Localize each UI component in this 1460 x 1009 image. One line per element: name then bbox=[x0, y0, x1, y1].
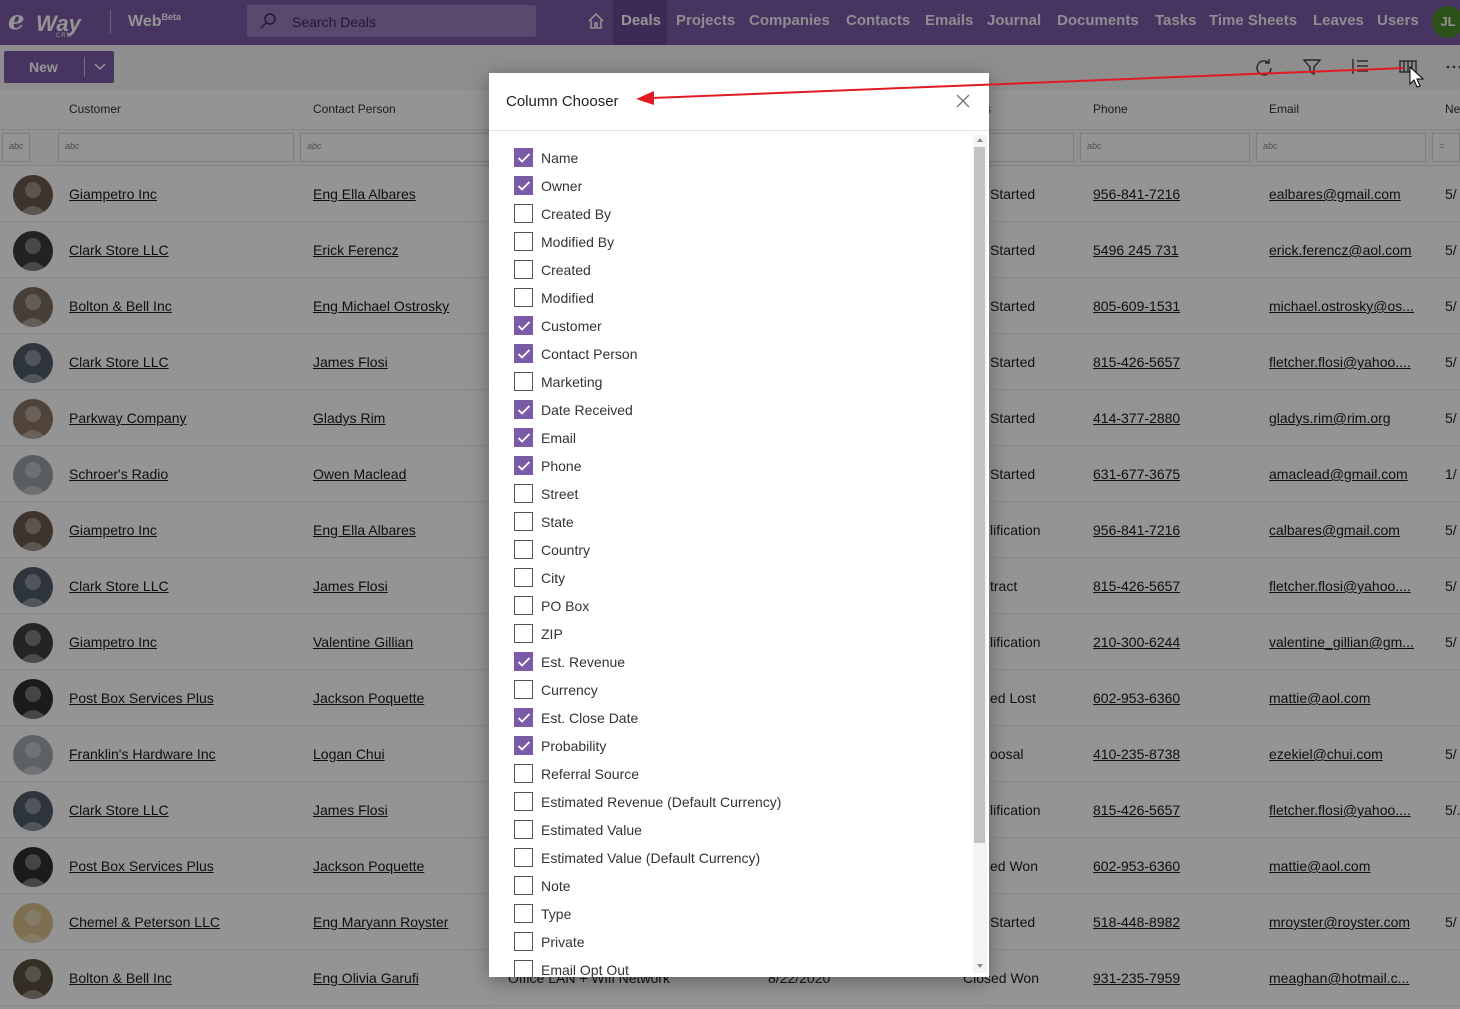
checkbox[interactable] bbox=[514, 512, 533, 531]
column-option-label: Email Opt Out bbox=[541, 962, 629, 977]
checkbox[interactable] bbox=[514, 708, 533, 727]
column-option-label: Estimated Value (Default Currency) bbox=[541, 850, 761, 866]
checkbox[interactable] bbox=[514, 400, 533, 419]
checkbox[interactable] bbox=[514, 568, 533, 587]
checkmark-icon bbox=[517, 461, 531, 471]
column-option-label: Marketing bbox=[541, 374, 603, 390]
column-option-label: Phone bbox=[541, 458, 582, 474]
scroll-down-icon[interactable] bbox=[976, 962, 984, 970]
column-option-label: City bbox=[541, 570, 566, 586]
checkbox[interactable] bbox=[514, 288, 533, 307]
checkbox[interactable] bbox=[514, 176, 533, 195]
dialog-title: Column Chooser bbox=[506, 93, 619, 110]
column-option-label: Modified bbox=[541, 290, 594, 306]
column-option-label: Owner bbox=[541, 178, 583, 194]
column-option-label: Currency bbox=[541, 682, 598, 698]
column-option-label: State bbox=[541, 514, 574, 530]
mouse-cursor-icon bbox=[1409, 66, 1425, 88]
column-option-label: Estimated Revenue (Default Currency) bbox=[541, 794, 782, 810]
checkbox[interactable] bbox=[514, 736, 533, 755]
checkbox[interactable] bbox=[514, 848, 533, 867]
column-option-label: Probability bbox=[541, 738, 607, 754]
checkmark-icon bbox=[517, 433, 531, 443]
column-option-label: Name bbox=[541, 150, 579, 166]
checkbox[interactable] bbox=[514, 540, 533, 559]
checkbox[interactable] bbox=[514, 764, 533, 783]
checkbox[interactable] bbox=[514, 652, 533, 671]
column-option-label: Country bbox=[541, 542, 591, 558]
checkbox[interactable] bbox=[514, 820, 533, 839]
checkmark-icon bbox=[517, 321, 531, 331]
column-option-label: Est. Close Date bbox=[541, 710, 639, 726]
checkbox[interactable] bbox=[514, 596, 533, 615]
column-option-label: Est. Revenue bbox=[541, 654, 626, 670]
column-option-label: Contact Person bbox=[541, 346, 638, 362]
checkbox[interactable] bbox=[514, 428, 533, 447]
checkbox[interactable] bbox=[514, 148, 533, 167]
column-options-list: Name Owner Created By Modified By Created Mod… bbox=[489, 131, 973, 977]
checkbox[interactable] bbox=[514, 904, 533, 923]
checkbox[interactable] bbox=[514, 204, 533, 223]
checkbox[interactable] bbox=[514, 232, 533, 251]
column-option-label: Modified By bbox=[541, 234, 615, 250]
checkbox[interactable] bbox=[514, 876, 533, 895]
checkbox[interactable] bbox=[514, 260, 533, 279]
checkmark-icon bbox=[517, 181, 531, 191]
close-icon[interactable] bbox=[955, 93, 971, 109]
column-option-label: Type bbox=[541, 906, 572, 922]
column-option-label: Email bbox=[541, 430, 577, 446]
checkbox[interactable] bbox=[514, 960, 533, 977]
column-option-label: Estimated Value bbox=[541, 822, 642, 838]
checkbox[interactable] bbox=[514, 372, 533, 391]
column-option-label: ZIP bbox=[541, 626, 563, 642]
checkbox[interactable] bbox=[514, 624, 533, 643]
scroll-up-icon[interactable] bbox=[976, 136, 984, 144]
checkmark-icon bbox=[517, 713, 531, 723]
column-option-label: Referral Source bbox=[541, 766, 640, 782]
column-option-label: Street bbox=[541, 486, 579, 502]
checkbox[interactable] bbox=[514, 456, 533, 475]
checkbox[interactable] bbox=[514, 792, 533, 811]
column-option-label: Created By bbox=[541, 206, 612, 222]
column-option-label: PO Box bbox=[541, 598, 590, 614]
column-option-label: Private bbox=[541, 934, 585, 950]
column-option-label: Note bbox=[541, 878, 571, 894]
checkbox[interactable] bbox=[514, 344, 533, 363]
checkmark-icon bbox=[517, 741, 531, 751]
column-option-label: Date Received bbox=[541, 402, 633, 418]
scrollbar-thumb[interactable] bbox=[974, 147, 985, 843]
checkbox[interactable] bbox=[514, 680, 533, 699]
checkmark-icon bbox=[517, 153, 531, 163]
column-chooser-dialog: Column Chooser Name Owner Created By Modifi… bbox=[489, 73, 989, 977]
column-option-label: Created bbox=[541, 262, 591, 278]
checkmark-icon bbox=[517, 405, 531, 415]
checkbox[interactable] bbox=[514, 484, 533, 503]
checkmark-icon bbox=[517, 657, 531, 667]
checkbox[interactable] bbox=[514, 932, 533, 951]
checkbox[interactable] bbox=[514, 316, 533, 335]
column-option-label: Customer bbox=[541, 318, 602, 334]
checkmark-icon bbox=[517, 349, 531, 359]
